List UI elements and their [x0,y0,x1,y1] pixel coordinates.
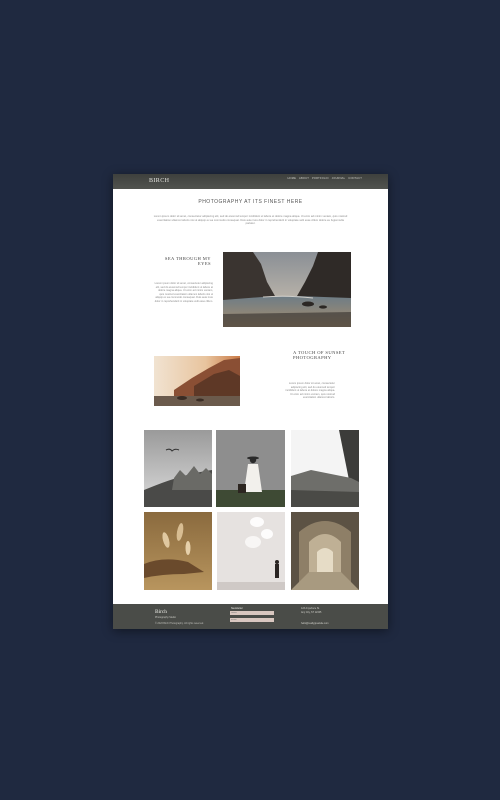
site-logo[interactable]: BIRCH [149,178,169,184]
main-nav: HOME ABOUT PORTFOLIO JOURNAL CONTACT [287,177,362,180]
section-title-sea: SEA THROUGH MY EYES [164,256,211,267]
footer-address: 123 Anywhere St. [301,607,320,610]
section-body-sunset: Lorem ipsum dolor sit amet, consectetur … [285,382,335,400]
intro-paragraph: Lorem ipsum dolor sit amet, consectetur … [153,215,348,226]
footer-brand: Birch [155,609,167,615]
gallery-pampas-grass-photo[interactable] [144,512,212,590]
footer-copyright: © 2023 Birch Photography. All rights res… [155,622,204,625]
page-title: PHOTOGRAPHY AT ITS FINEST HERE [198,199,303,205]
gallery-rock-arch-photo[interactable] [291,430,359,507]
footer-city: Any City, ST 12345 [301,611,322,614]
gallery-wall-shadow-photo[interactable] [217,512,285,590]
footer-email[interactable]: hello@reallygreatsite.com [301,622,329,625]
sea-cliffs-photo [223,252,351,327]
gallery-archway-corridor-photo[interactable] [291,512,359,590]
newsletter-email-input[interactable] [230,618,274,622]
newsletter-label: Newsletter [231,607,243,610]
site-footer: Birch Photography Studio © 2023 Birch Ph… [113,604,388,629]
nav-portfolio[interactable]: PORTFOLIO [312,177,329,180]
website-page: BIRCH HOME ABOUT PORTFOLIO JOURNAL CONTA… [113,174,388,629]
sunset-rocks-photo [154,356,240,406]
newsletter-name-input[interactable] [230,611,274,615]
gallery-seagull-photo[interactable] [144,430,212,507]
nav-about[interactable]: ABOUT [299,177,309,180]
nav-journal[interactable]: JOURNAL [332,177,346,180]
section-body-sea: Lorem ipsum dolor sit amet, consectetur … [154,282,213,303]
site-header: BIRCH HOME ABOUT PORTFOLIO JOURNAL CONTA… [113,174,388,189]
gallery-woman-suitcase-photo[interactable] [216,430,285,507]
nav-home[interactable]: HOME [287,177,296,180]
footer-tagline: Photography Studio [155,616,176,619]
nav-contact[interactable]: CONTACT [348,177,362,180]
section-title-sunset: A TOUCH OF SUNSET PHOTOGRAPHY [293,350,346,361]
